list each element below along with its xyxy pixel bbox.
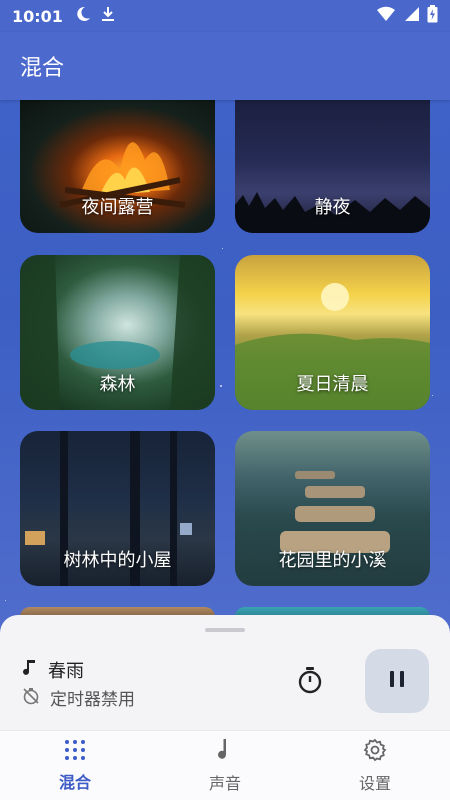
scene-card-summer-morning[interactable]: 夏日清晨 (235, 255, 430, 410)
scene-label: 树林中的小屋 (63, 550, 172, 571)
scene-label: 夏日清晨 (296, 374, 369, 395)
scene-card-night[interactable]: 静夜 (235, 100, 430, 233)
status-bar: 10:01 (0, 0, 450, 32)
drag-handle[interactable] (205, 628, 245, 632)
status-left-icons (75, 6, 115, 26)
scene-card-forest[interactable]: 森林 (20, 255, 215, 410)
stopwatch-button[interactable] (296, 666, 324, 698)
page-title: 混合 (20, 56, 65, 81)
status-right-icons (377, 5, 438, 27)
pause-icon (388, 669, 406, 693)
app-bar: 混合 (0, 32, 450, 100)
nav-item-sounds[interactable]: 声音 (150, 731, 300, 800)
music-note-icon (22, 659, 36, 681)
track-row: 春雨 (22, 657, 84, 683)
track-name: 春雨 (48, 661, 84, 682)
timer-status-row: 定时器禁用 (22, 685, 135, 710)
moon-icon (75, 6, 91, 26)
pause-button[interactable] (365, 649, 429, 713)
player-sheet: 春雨 定时器禁用 (0, 615, 450, 730)
timer-off-icon (22, 687, 40, 709)
bottom-nav: 混合 声音 设置 (0, 730, 450, 800)
scene-label: 花园里的小溪 (278, 550, 387, 571)
download-icon (101, 6, 115, 26)
nav-item-settings[interactable]: 设置 (300, 731, 450, 800)
signal-icon (403, 6, 419, 26)
nav-label: 混合 (58, 772, 91, 792)
music-note-icon (216, 738, 234, 766)
scene-card-cabin[interactable]: 树林中的小屋 (20, 431, 215, 586)
gear-icon (363, 738, 387, 766)
nav-label: 设置 (358, 773, 391, 793)
status-time: 10:01 (12, 6, 63, 26)
wifi-icon (377, 6, 395, 26)
grid-dots-icon (64, 739, 86, 765)
stopwatch-icon (297, 666, 323, 698)
battery-charging-icon (427, 5, 438, 27)
nav-label: 声音 (208, 773, 241, 793)
scene-card-campfire[interactable]: 夜间露营 (20, 100, 215, 233)
scene-label: 静夜 (314, 197, 351, 218)
nav-item-mix[interactable]: 混合 (0, 731, 150, 800)
timer-status-text: 定时器禁用 (50, 690, 135, 710)
scene-label: 夜间露营 (81, 197, 154, 218)
scene-card-stream[interactable]: 花园里的小溪 (235, 431, 430, 586)
scene-label: 森林 (99, 374, 136, 395)
